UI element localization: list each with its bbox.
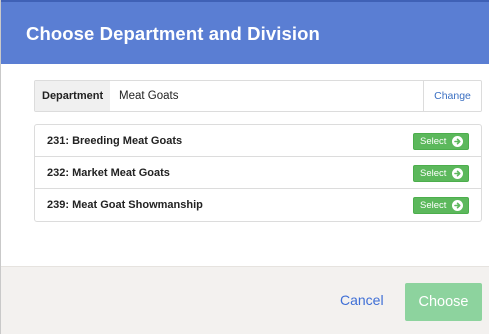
modal-title: Choose Department and Division: [26, 23, 320, 44]
department-value: Meat Goats: [119, 90, 179, 102]
select-button-label: Select: [420, 168, 447, 179]
division-name: 231: Breeding Meat Goats: [47, 135, 183, 147]
select-division-button[interactable]: Select: [413, 197, 469, 214]
circle-arrow-right-icon: [452, 168, 463, 179]
division-item: 239: Meat Goat Showmanship Select: [35, 189, 481, 221]
division-list: 231: Breeding Meat Goats Select 232: Mar…: [34, 124, 482, 222]
circle-arrow-right-icon: [452, 136, 463, 147]
department-bar: Department Meat Goats Change: [34, 80, 482, 112]
select-button-label: Select: [420, 136, 447, 147]
division-name: 239: Meat Goat Showmanship: [47, 199, 203, 211]
select-button-label: Select: [420, 200, 447, 211]
modal-footer: Cancel Choose: [1, 266, 489, 334]
modal-header: Choose Department and Division: [1, 0, 489, 64]
select-division-button[interactable]: Select: [413, 133, 469, 150]
division-item: 232: Market Meat Goats Select: [35, 157, 481, 189]
select-division-button[interactable]: Select: [413, 165, 469, 182]
department-label: Department: [35, 81, 110, 111]
change-department-button[interactable]: Change: [423, 81, 481, 111]
choose-department-modal: Choose Department and Division Departmen…: [0, 0, 489, 334]
cancel-button[interactable]: Cancel: [340, 292, 384, 308]
division-name: 232: Market Meat Goats: [47, 167, 170, 179]
circle-arrow-right-icon: [452, 200, 463, 211]
choose-button[interactable]: Choose: [405, 283, 482, 321]
division-item: 231: Breeding Meat Goats Select: [35, 125, 481, 157]
